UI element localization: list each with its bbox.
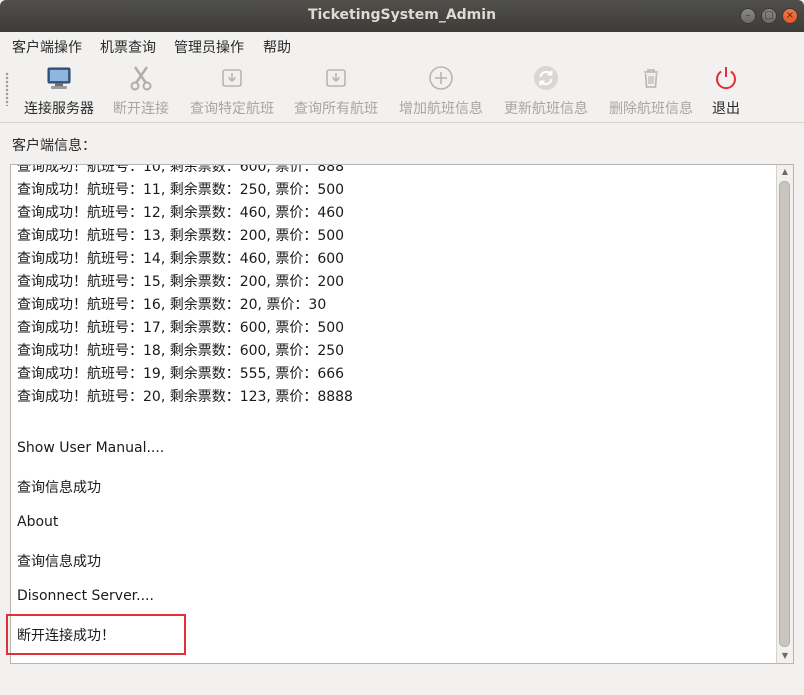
query-all-flights-button[interactable]: 查询所有航班 bbox=[288, 62, 384, 118]
download-box-icon bbox=[222, 69, 242, 87]
menu-client-ops[interactable]: 客户端操作 bbox=[12, 37, 82, 57]
log-line: 查询成功！航班号：20, 剩余票数：123, 票价：8888 bbox=[17, 389, 353, 405]
toolbar-grip[interactable] bbox=[5, 72, 9, 106]
log-line: 查询成功！航班号：11, 剩余票数：250, 票价：500 bbox=[17, 182, 345, 198]
log-line: 查询成功！航班号：13, 剩余票数：200, 票价：500 bbox=[17, 228, 345, 244]
plus-circle-icon bbox=[429, 66, 453, 90]
log-line: 查询信息成功 bbox=[17, 480, 101, 496]
scroll-down-arrow-icon[interactable]: ▼ bbox=[777, 649, 793, 663]
log-line: 查询成功！航班号：18, 剩余票数：600, 票价：250 bbox=[17, 343, 345, 359]
app-window: TicketingSystem_Admin – □ × 客户端操作 机票查询 管… bbox=[0, 0, 804, 695]
scissors-icon bbox=[130, 66, 152, 91]
refresh-icon bbox=[534, 66, 558, 90]
client-info-label: 客户端信息： bbox=[12, 138, 96, 154]
add-flight-button[interactable]: 增加航班信息 bbox=[393, 62, 489, 118]
toolbar: 连接服务器 断开连接 查询特定航班 查询所有航班 增加航班信息 更新航班信息 删… bbox=[0, 58, 804, 123]
log-line: About bbox=[17, 514, 59, 530]
maximize-button[interactable]: □ bbox=[761, 8, 777, 24]
menu-help[interactable]: 帮助 bbox=[263, 37, 291, 57]
delete-flight-button[interactable]: 删除航班信息 bbox=[603, 62, 699, 118]
server-connect-icon bbox=[47, 67, 71, 89]
disconnect-button[interactable]: 断开连接 bbox=[108, 62, 174, 118]
minimize-icon: – bbox=[745, 10, 751, 21]
scrollbar-thumb[interactable] bbox=[779, 181, 790, 647]
maximize-icon: □ bbox=[764, 10, 774, 21]
add-flight-label: 增加航班信息 bbox=[399, 101, 483, 117]
query-all-flights-label: 查询所有航班 bbox=[294, 101, 378, 117]
log-line: Disonnect Server.... bbox=[17, 588, 154, 604]
scroll-up-arrow-icon[interactable]: ▲ bbox=[777, 165, 793, 179]
client-log-textarea[interactable]: 查询成功！航班号：10, 剩余票数：600, 票价：888 查询成功！航班号：1… bbox=[10, 164, 794, 664]
quit-label: 退出 bbox=[712, 101, 740, 117]
vertical-scrollbar[interactable]: ▲ ▼ bbox=[776, 165, 793, 663]
connect-server-button[interactable]: 连接服务器 bbox=[18, 62, 100, 118]
download-box-icon bbox=[326, 69, 346, 87]
log-line: 查询成功！航班号：12, 剩余票数：460, 票价：460 bbox=[17, 205, 345, 221]
update-flight-label: 更新航班信息 bbox=[504, 101, 588, 117]
log-line: 查询信息成功 bbox=[17, 554, 101, 570]
menu-admin-ops[interactable]: 管理员操作 bbox=[174, 37, 244, 57]
minimize-button[interactable]: – bbox=[740, 8, 756, 24]
log-line: 查询成功！航班号：14, 剩余票数：460, 票价：600 bbox=[17, 251, 345, 267]
disconnect-label: 断开连接 bbox=[113, 101, 169, 117]
log-line: 查询成功！航班号：17, 剩余票数：600, 票价：500 bbox=[17, 320, 345, 336]
title-bar[interactable]: TicketingSystem_Admin – □ × bbox=[0, 0, 804, 32]
quit-button[interactable]: 退出 bbox=[706, 62, 746, 118]
log-line: 查询成功！航班号：10, 剩余票数：600, 票价：888 bbox=[17, 164, 345, 175]
log-line: Show User Manual.... bbox=[17, 440, 165, 456]
update-flight-button[interactable]: 更新航班信息 bbox=[498, 62, 594, 118]
query-specific-flight-label: 查询特定航班 bbox=[190, 101, 274, 117]
power-icon bbox=[716, 67, 736, 90]
close-button[interactable]: × bbox=[782, 8, 798, 24]
highlight-annotation-box bbox=[6, 614, 186, 655]
query-specific-flight-button[interactable]: 查询特定航班 bbox=[184, 62, 280, 118]
trash-icon bbox=[644, 69, 658, 88]
delete-flight-label: 删除航班信息 bbox=[609, 101, 693, 117]
close-icon: × bbox=[785, 10, 795, 21]
window-title: TicketingSystem_Admin bbox=[307, 7, 497, 23]
log-line: 查询成功！航班号：16, 剩余票数：20, 票价：30 bbox=[17, 297, 327, 313]
log-line: 查询成功！航班号：19, 剩余票数：555, 票价：666 bbox=[17, 366, 345, 382]
log-line: 查询成功！航班号：15, 剩余票数：200, 票价：200 bbox=[17, 274, 345, 290]
menu-bar: 客户端操作 机票查询 管理员操作 帮助 bbox=[0, 32, 804, 58]
menu-ticket-query[interactable]: 机票查询 bbox=[100, 37, 156, 57]
connect-server-label: 连接服务器 bbox=[24, 101, 94, 117]
